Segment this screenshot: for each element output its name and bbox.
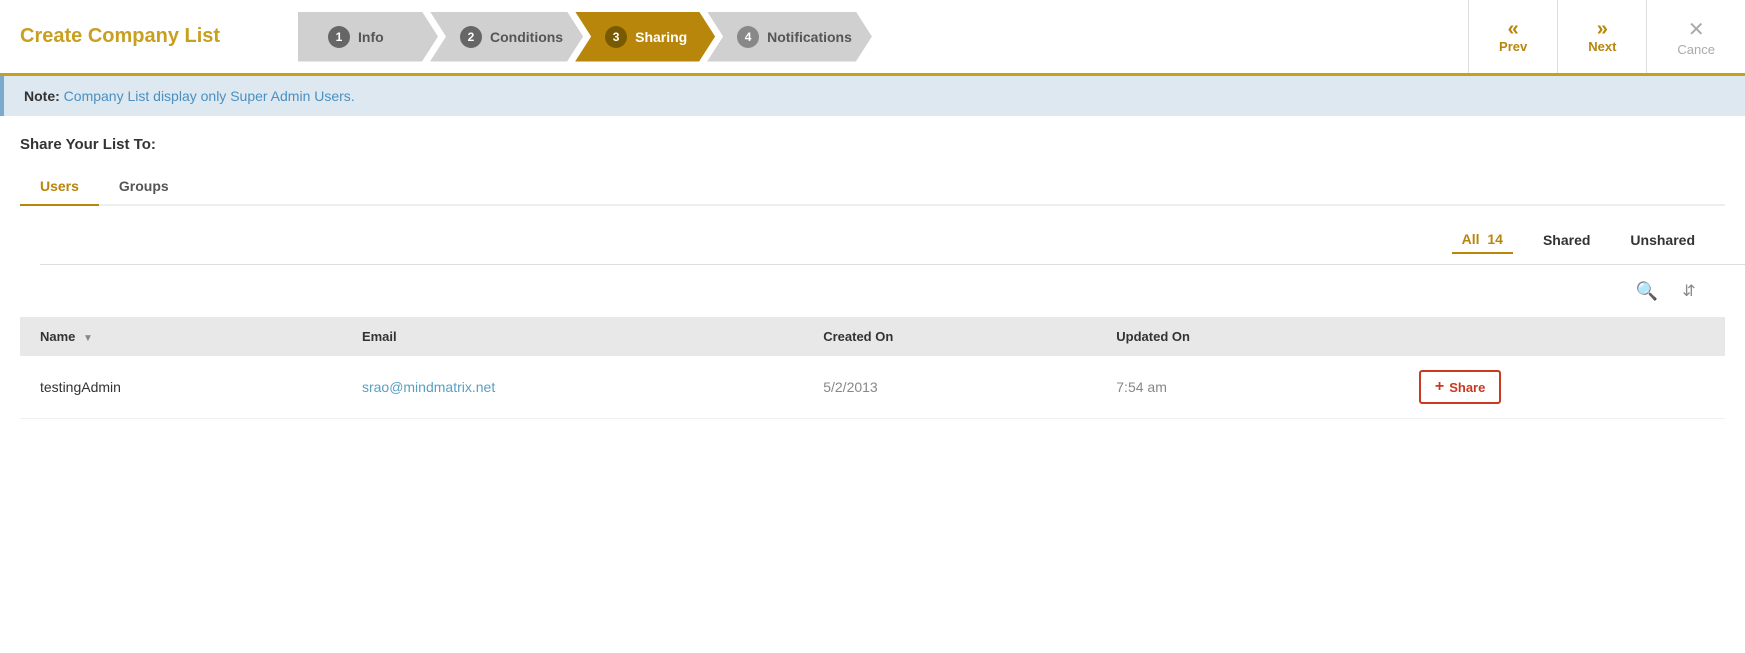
step-label-notifications: Notifications (767, 29, 852, 45)
note-text: Company List display only Super Admin Us… (64, 88, 355, 104)
filter-unshared[interactable]: Unshared (1620, 227, 1705, 253)
next-label: Next (1588, 39, 1616, 54)
step-label-conditions: Conditions (490, 29, 563, 45)
share-title: Share Your List To: (20, 136, 1725, 153)
action-bar: 🔍 ⇵ (20, 265, 1725, 317)
cell-name: testingAdmin (20, 356, 342, 419)
col-action (1399, 317, 1725, 356)
cell-updated: 7:54 am (1096, 356, 1399, 419)
prev-button[interactable]: « Prev (1469, 0, 1558, 73)
step-conditions[interactable]: 2 Conditions (430, 12, 583, 62)
prev-label: Prev (1499, 39, 1527, 54)
cancel-button[interactable]: ✕ Cance (1647, 0, 1745, 73)
col-updated: Updated On (1096, 317, 1399, 356)
step-info[interactable]: 1 Info (298, 12, 438, 62)
step-num-3: 3 (605, 26, 627, 48)
next-arrow-icon: » (1597, 19, 1608, 39)
wizard-steps: 1 Info 2 Conditions 3 Sharing 4 Notifica… (298, 0, 1468, 73)
note-banner: Note: Company List display only Super Ad… (0, 76, 1745, 116)
table-row: testingAdmin srao@mindmatrix.net 5/2/201… (20, 356, 1725, 419)
step-label-sharing: Sharing (635, 29, 687, 45)
next-button[interactable]: » Next (1558, 0, 1647, 73)
content-area: Note: Company List display only Super Ad… (0, 76, 1745, 653)
prev-arrow-icon: « (1508, 19, 1519, 39)
share-button[interactable]: + Share (1419, 370, 1501, 404)
step-num-1: 1 (328, 26, 350, 48)
step-label-info: Info (358, 29, 384, 45)
step-sharing[interactable]: 3 Sharing (575, 12, 715, 62)
cancel-icon: ✕ (1688, 17, 1705, 42)
tab-groups[interactable]: Groups (99, 168, 189, 206)
filter-all-count: 14 (1487, 231, 1503, 247)
share-section: Share Your List To: Users Groups All 14 … (0, 116, 1745, 419)
nav-buttons: « Prev » Next ✕ Cance (1468, 0, 1745, 73)
share-btn-label: Share (1449, 380, 1485, 395)
filter-bar: All 14 Shared Unshared (20, 206, 1725, 264)
plus-icon: + (1435, 378, 1444, 396)
step-num-2: 2 (460, 26, 482, 48)
step-num-4: 4 (737, 26, 759, 48)
tab-users[interactable]: Users (20, 168, 99, 206)
users-table: Name ▼ Email Created On Updated On testi… (20, 317, 1725, 419)
page-title: Create Company List (0, 25, 298, 48)
col-email: Email (342, 317, 803, 356)
header: Create Company List 1 Info 2 Conditions … (0, 0, 1745, 76)
cell-created: 5/2/2013 (803, 356, 1096, 419)
cell-email: srao@mindmatrix.net (342, 356, 803, 419)
cancel-label: Cance (1677, 42, 1715, 57)
col-created: Created On (803, 317, 1096, 356)
col-name[interactable]: Name ▼ (20, 317, 342, 356)
sort-icon[interactable]: ⇵ (1673, 275, 1705, 307)
step-notifications[interactable]: 4 Notifications (707, 12, 872, 62)
filter-all[interactable]: All 14 (1452, 226, 1513, 254)
filter-shared[interactable]: Shared (1533, 227, 1600, 253)
cell-action: + Share (1399, 356, 1725, 419)
table-header-row: Name ▼ Email Created On Updated On (20, 317, 1725, 356)
search-icon[interactable]: 🔍 (1631, 275, 1663, 307)
note-label: Note: (24, 88, 60, 104)
name-sort-icon: ▼ (83, 333, 93, 344)
tab-bar: Users Groups (20, 168, 1725, 206)
